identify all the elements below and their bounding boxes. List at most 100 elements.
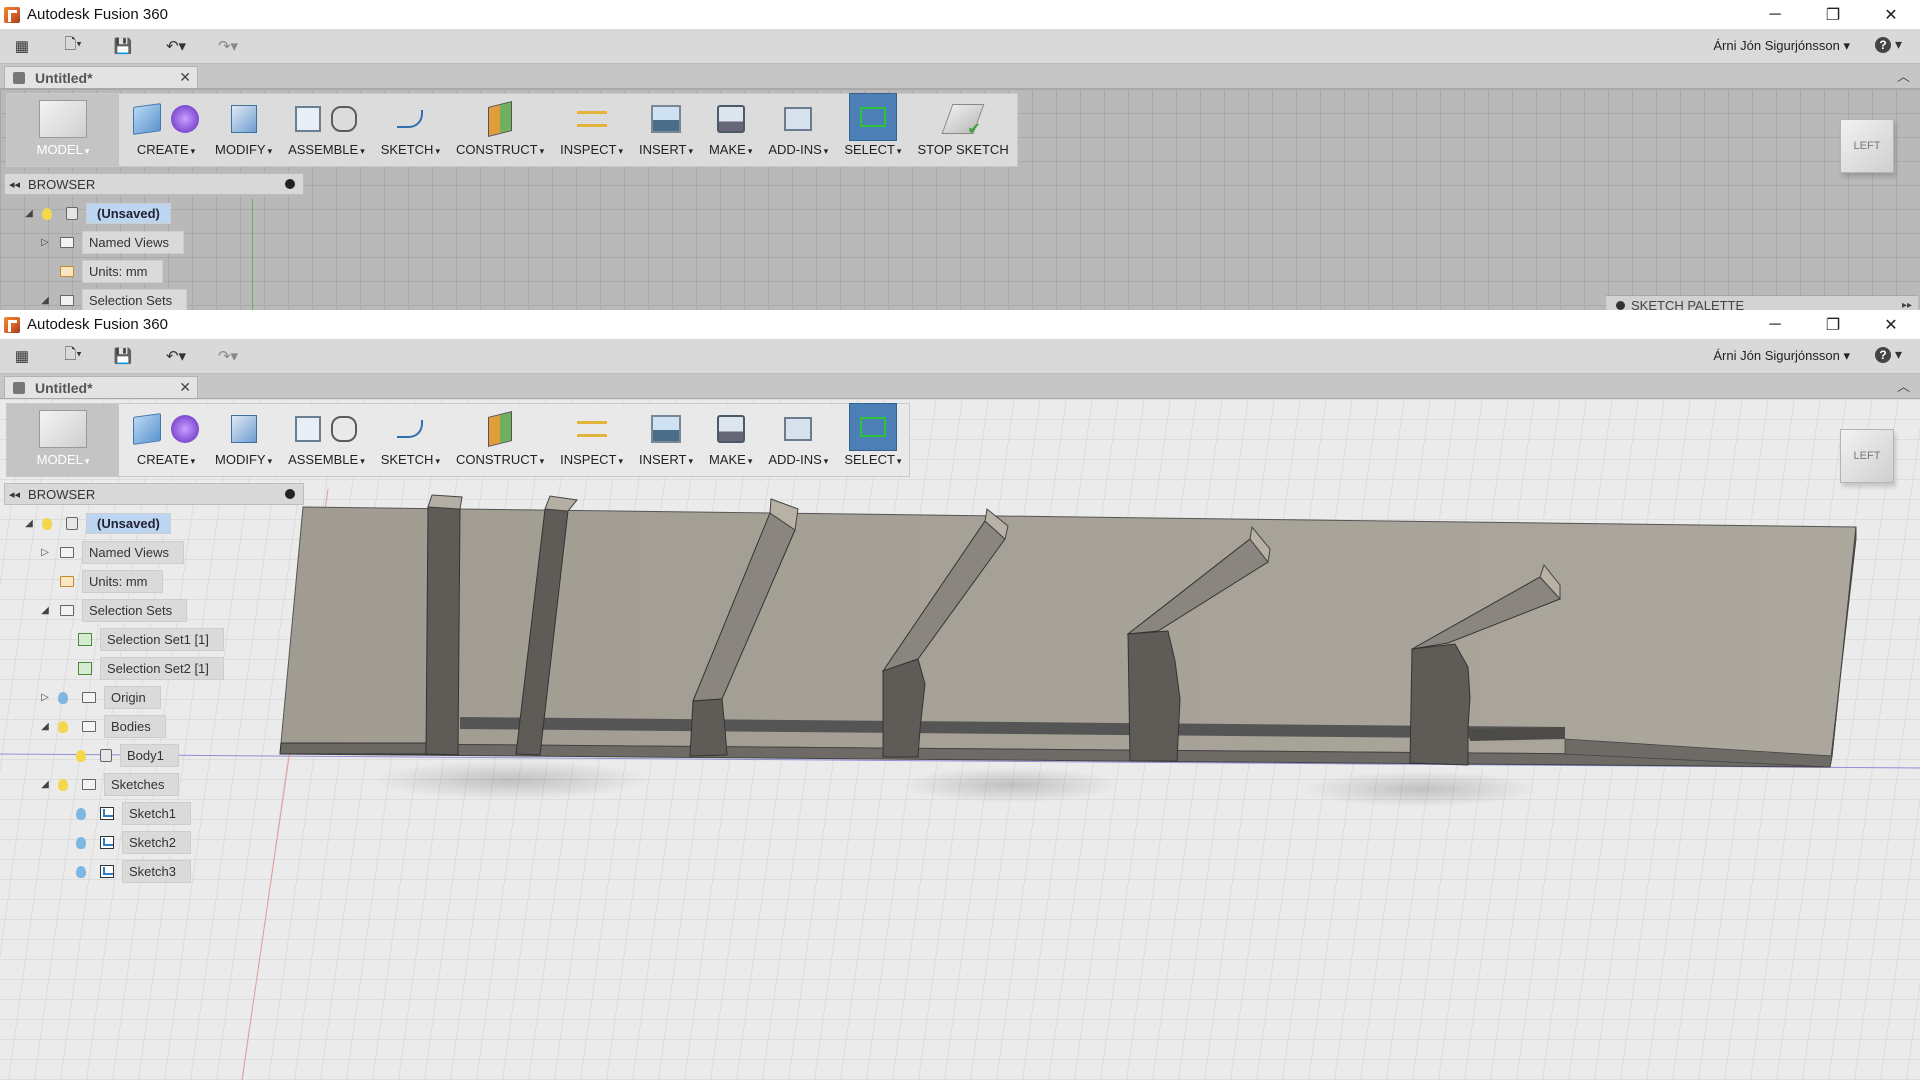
press-pull-icon [230,415,257,443]
maximize-button[interactable]: ❐ [1804,0,1862,29]
expand-toggle-icon[interactable]: ▷ [38,547,52,558]
palette-toggle-icon[interactable] [1616,301,1625,310]
undo-icon[interactable]: ↶▾ [158,345,194,367]
select-menu[interactable]: SELECT ▾ [836,93,909,166]
user-menu[interactable]: Árni Jón Sigurjónsson ▾ [1713,38,1850,54]
visibility-bulb-icon[interactable] [76,807,86,820]
grid-icon[interactable]: ▦ [12,345,32,367]
document-tab-close-icon[interactable]: ✕ [179,379,191,396]
sketch-palette[interactable]: SKETCH PALETTE ▸▸ [1606,295,1918,310]
fusion-logo-icon [4,316,20,333]
assemble-menu[interactable]: ASSEMBLE ▾ [280,94,373,166]
viewport-canvas[interactable]: MODEL ▾ CREATE ▾ MODIFY ▾ ASSEMBLE ▾ SKETCH ▾… [0,89,1920,310]
browser-pin-icon[interactable] [285,489,295,499]
tree-node-named-views[interactable]: ▷ Named Views [38,541,184,564]
save-icon[interactable]: 💾 [112,345,134,367]
visibility-bulb-icon[interactable] [76,749,86,762]
select-menu[interactable]: SELECT ▾ [836,403,909,476]
workspace-switcher[interactable]: MODEL ▾ [7,404,119,476]
visibility-bulb-icon[interactable] [42,207,52,220]
tree-node-sketches[interactable]: ◢ Sketches [38,773,180,796]
save-icon[interactable]: 💾 [112,35,134,57]
make-menu[interactable]: MAKE ▾ [701,404,760,476]
tree-node-selection-set1[interactable]: Selection Set1 [1] [70,628,224,651]
close-button[interactable]: ✕ [1862,0,1920,29]
visibility-bulb-icon[interactable] [42,517,52,530]
sketch-icon [100,836,114,849]
addins-menu[interactable]: ADD-INS ▾ [760,94,836,166]
tree-node-selection-sets[interactable]: ◢ Selection Sets [38,599,188,622]
addins-menu[interactable]: ADD-INS ▾ [760,404,836,476]
help-menu[interactable]: ? ▾ [1875,36,1902,53]
collapse-toolbar-icon[interactable]: ︿ [1897,66,1910,85]
tree-node-named-views[interactable]: ▷ Named Views [38,231,184,254]
tree-node-units[interactable]: Units: mm [52,260,163,283]
visibility-bulb-icon[interactable] [76,836,86,849]
tree-node-sketch1[interactable]: Sketch1 [70,802,191,825]
create-menu[interactable]: CREATE ▾ [125,94,207,166]
expand-toggle-icon[interactable]: ◢ [38,779,52,790]
user-menu[interactable]: Árni Jón Sigurjónsson ▾ [1713,348,1850,364]
redo-icon[interactable]: ↷▾ [210,35,246,57]
file-icon[interactable]: 🗋▾ [56,345,90,367]
tree-node-selection-sets[interactable]: ◢ Selection Sets [38,289,188,310]
inspect-menu[interactable]: INSPECT ▾ [552,94,631,166]
document-tab-close-icon[interactable]: ✕ [179,69,191,86]
tree-node-units[interactable]: Units: mm [52,570,163,593]
browser-collapse-icon[interactable]: ◂◂ [9,178,20,191]
construct-menu[interactable]: CONSTRUCT ▾ [448,404,552,476]
expand-toggle-icon[interactable]: ◢ [38,295,52,306]
close-button[interactable]: ✕ [1862,310,1920,339]
viewcube[interactable]: LEFT [1840,429,1894,483]
workspace-switcher[interactable]: MODEL ▾ [7,94,119,166]
file-icon[interactable]: 🗋▾ [56,35,90,57]
viewcube[interactable]: LEFT [1840,119,1894,173]
document-tab[interactable]: Untitled* ✕ [4,66,198,88]
tree-node-body1[interactable]: Body1 [70,744,179,767]
tree-node-selection-set2[interactable]: Selection Set2 [1] [70,657,224,680]
expand-toggle-icon[interactable]: ◢ [38,605,52,616]
visibility-bulb-icon[interactable] [58,778,68,791]
tree-node-origin[interactable]: ▷ Origin [38,686,161,709]
sketch3-label: Sketch3 [122,860,191,883]
browser-collapse-icon[interactable]: ◂◂ [9,488,20,501]
expand-toggle-icon[interactable]: ▷ [38,237,52,248]
palette-expand-icon[interactable]: ▸▸ [1902,300,1912,310]
minimize-button[interactable]: ─ [1746,0,1804,29]
modify-menu[interactable]: MODIFY ▾ [207,94,280,166]
redo-icon[interactable]: ↷▾ [210,345,246,367]
tree-node-root[interactable]: ◢ (Unsaved) [22,512,171,535]
minimize-button[interactable]: ─ [1746,310,1804,339]
browser-pin-icon[interactable] [285,179,295,189]
tree-node-sketch3[interactable]: Sketch3 [70,860,191,883]
visibility-bulb-icon[interactable] [58,691,68,704]
expand-toggle-icon[interactable]: ◢ [22,208,36,219]
undo-icon[interactable]: ↶▾ [158,35,194,57]
tree-node-bodies[interactable]: ◢ Bodies [38,715,166,738]
grid-icon[interactable]: ▦ [12,35,32,57]
construct-menu[interactable]: CONSTRUCT ▾ [448,94,552,166]
maximize-button[interactable]: ❐ [1804,310,1862,339]
tree-node-sketch2[interactable]: Sketch2 [70,831,191,854]
expand-toggle-icon[interactable]: ◢ [22,518,36,529]
help-menu[interactable]: ? ▾ [1875,346,1902,363]
collapse-toolbar-icon[interactable]: ︿ [1897,376,1910,395]
sketch-menu[interactable]: SKETCH ▾ [373,94,448,166]
visibility-bulb-icon[interactable] [76,865,86,878]
expand-toggle-icon[interactable]: ◢ [38,721,52,732]
visibility-bulb-icon[interactable] [58,720,68,733]
modify-menu[interactable]: MODIFY ▾ [207,404,280,476]
create-menu[interactable]: CREATE ▾ [125,404,207,476]
viewport-canvas[interactable]: MODEL ▾ CREATE ▾ MODIFY ▾ ASSEMBLE ▾ SKETCH ▾… [0,399,1920,1080]
make-menu[interactable]: MAKE ▾ [701,94,760,166]
stop-sketch-button[interactable]: STOP SKETCH [909,94,1016,166]
insert-menu[interactable]: INSERT ▾ [631,94,701,166]
units-label: Units: mm [82,260,163,283]
expand-toggle-icon[interactable]: ▷ [38,692,52,703]
assemble-menu[interactable]: ASSEMBLE ▾ [280,404,373,476]
tree-node-root[interactable]: ◢ (Unsaved) [22,202,171,225]
insert-menu[interactable]: INSERT ▾ [631,404,701,476]
sketch-menu[interactable]: SKETCH ▾ [373,404,448,476]
document-tab[interactable]: Untitled* ✕ [4,376,198,398]
inspect-menu[interactable]: INSPECT ▾ [552,404,631,476]
